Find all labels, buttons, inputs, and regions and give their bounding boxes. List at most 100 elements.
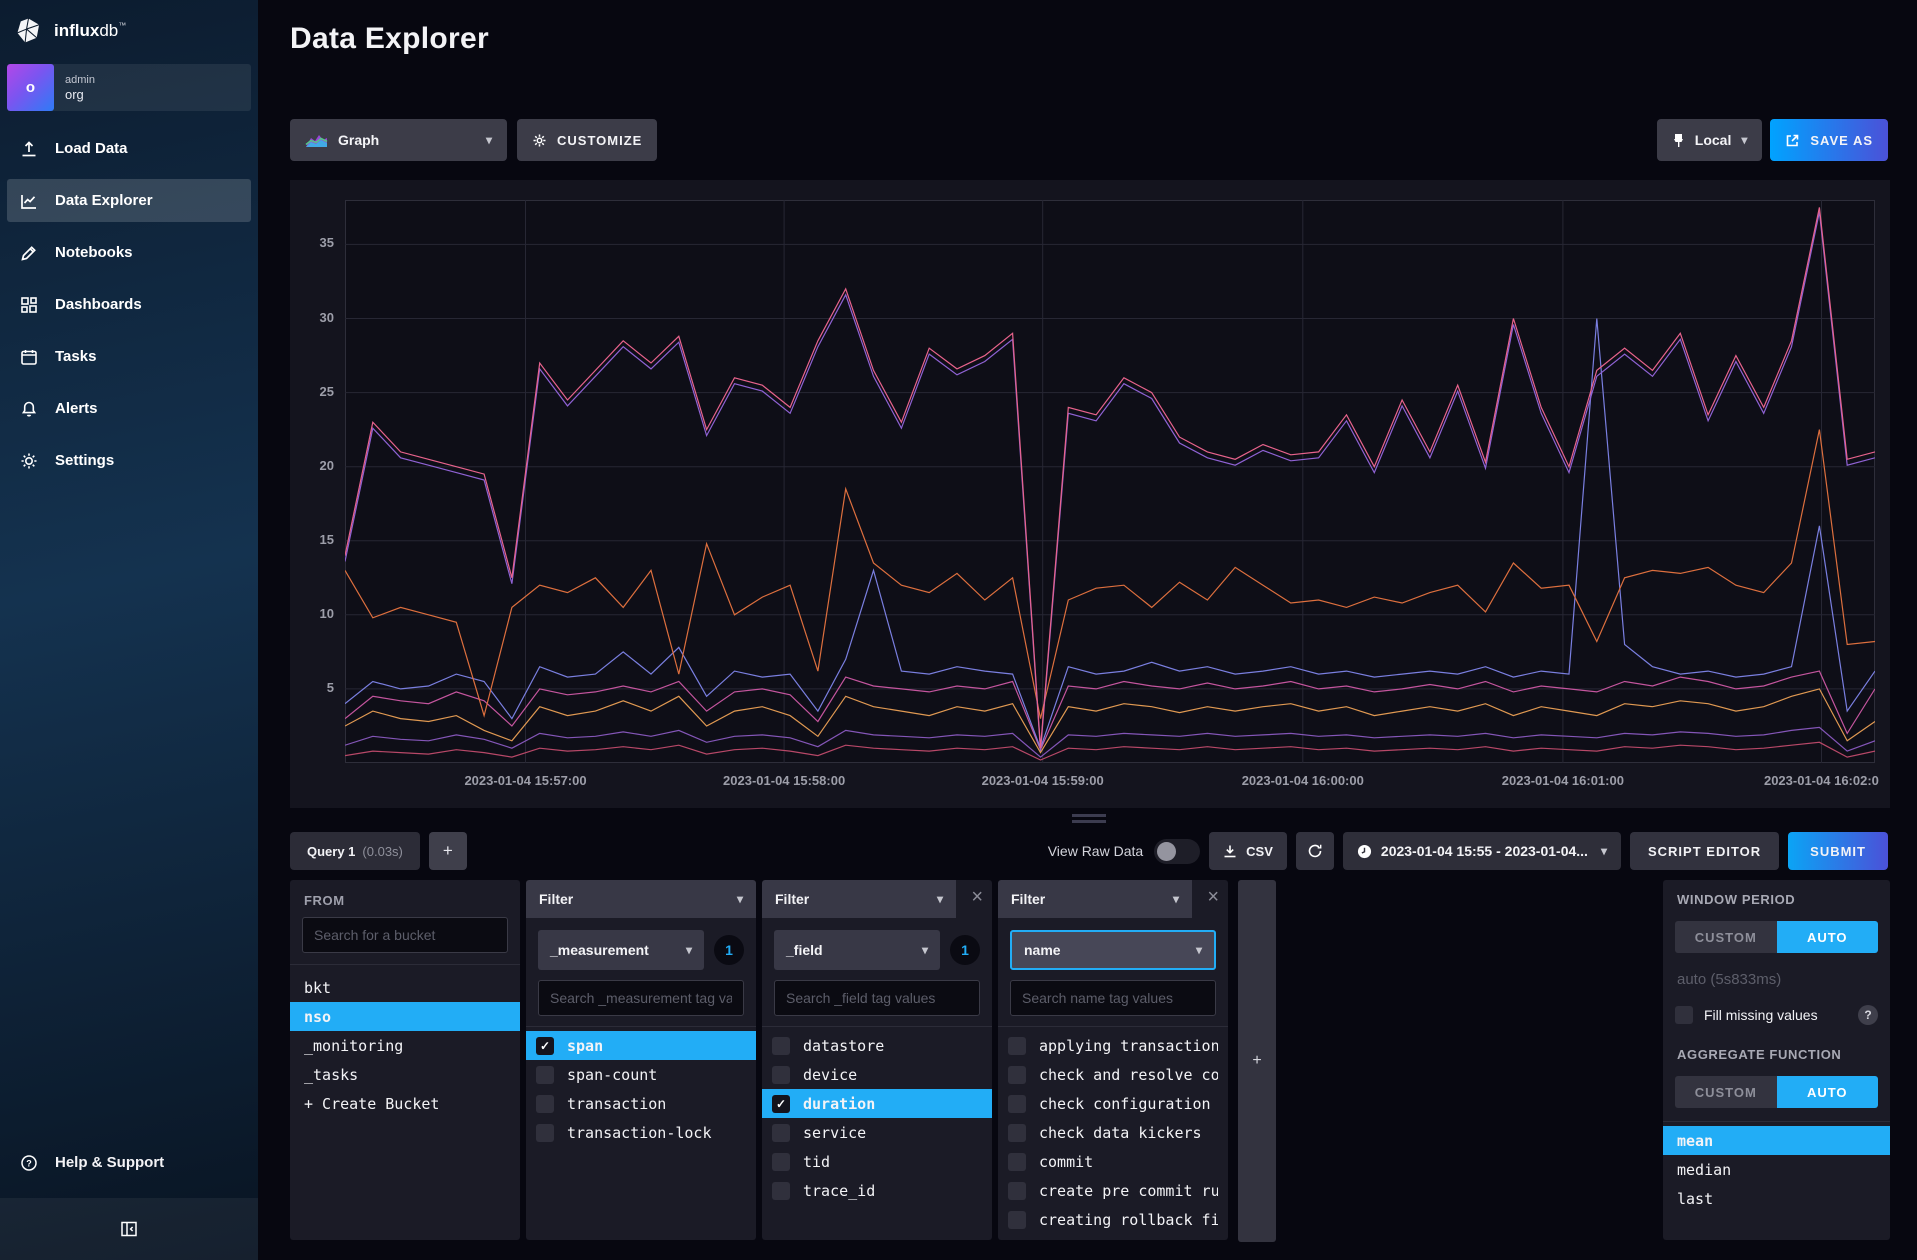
tag-key-dropdown[interactable]: _measurement▾ — [538, 930, 704, 970]
filter-type-dropdown[interactable]: Filter▾ — [762, 880, 956, 918]
tag-value-row[interactable]: tid — [762, 1147, 992, 1176]
sidebar-item-tasks[interactable]: Tasks — [7, 335, 251, 378]
aggregate-option[interactable]: last — [1663, 1184, 1890, 1213]
avatar: o — [7, 64, 54, 111]
chevron-down-icon: ▾ — [1741, 133, 1747, 147]
value-checkbox[interactable] — [1008, 1240, 1026, 1241]
aggregate-auto-button[interactable]: AUTO — [1777, 1076, 1879, 1108]
sidebar: influxdb™ o admin org Load Data Data Exp… — [0, 0, 258, 1260]
panel-resize-handle[interactable] — [1072, 814, 1106, 826]
user-org-switcher[interactable]: o admin org — [7, 64, 251, 111]
tag-value-row[interactable]: datastore — [762, 1031, 992, 1060]
influxdb-logo[interactable]: influxdb™ — [0, 0, 258, 58]
bucket-item[interactable]: _monitoring — [290, 1031, 520, 1060]
close-icon[interactable]: × — [971, 887, 983, 907]
time-series-chart[interactable] — [345, 200, 1875, 763]
bucket-item[interactable]: + Create Bucket — [290, 1089, 520, 1118]
script-editor-button[interactable]: SCRIPT EDITOR — [1630, 832, 1779, 870]
sidebar-item-load-data[interactable]: Load Data — [7, 127, 251, 170]
tag-value-row[interactable]: ✓duration — [762, 1089, 992, 1118]
value-checkbox[interactable] — [1008, 1182, 1026, 1200]
value-checkbox[interactable] — [772, 1037, 790, 1055]
value-checkbox[interactable]: ✓ — [772, 1095, 790, 1113]
tag-value-label: grabbing transaction — [1039, 1240, 1218, 1241]
tag-value-label: commit — [1039, 1153, 1093, 1171]
collapse-sidebar-icon[interactable] — [119, 1219, 139, 1239]
value-checkbox[interactable] — [1008, 1066, 1026, 1084]
value-checkbox[interactable]: ✓ — [536, 1037, 554, 1055]
query-tab[interactable]: Query 1 (0.03s) — [290, 832, 420, 870]
tag-key-dropdown[interactable]: _field▾ — [774, 930, 940, 970]
value-checkbox[interactable] — [772, 1182, 790, 1200]
customize-button[interactable]: CUSTOMIZE — [517, 119, 657, 161]
tag-key-dropdown[interactable]: name▾ — [1010, 930, 1216, 970]
tag-value-row[interactable]: creating rollback file — [998, 1205, 1228, 1234]
local-dropdown[interactable]: Local ▾ — [1657, 119, 1763, 161]
value-checkbox[interactable] — [772, 1124, 790, 1142]
value-checkbox[interactable] — [772, 1066, 790, 1084]
sidebar-item-alerts[interactable]: Alerts — [7, 387, 251, 430]
csv-download-button[interactable]: CSV — [1209, 832, 1287, 870]
value-checkbox[interactable] — [536, 1066, 554, 1084]
tag-value-search-input[interactable] — [538, 980, 744, 1016]
window-period-toggle: CUSTOM AUTO — [1675, 921, 1878, 953]
value-checkbox[interactable] — [1008, 1095, 1026, 1113]
sidebar-item-notebooks[interactable]: Notebooks — [7, 231, 251, 274]
tag-value-row[interactable]: check and resolve con… — [998, 1060, 1228, 1089]
value-checkbox[interactable] — [1008, 1037, 1026, 1055]
sidebar-item-settings[interactable]: Settings — [7, 439, 251, 482]
tag-value-row[interactable]: check configuration p… — [998, 1089, 1228, 1118]
bucket-search-input[interactable] — [302, 917, 508, 953]
tag-value-row[interactable]: transaction — [526, 1089, 756, 1118]
window-auto-button[interactable]: AUTO — [1777, 921, 1879, 953]
tag-value-row[interactable]: device — [762, 1060, 992, 1089]
chevron-down-icon: ▾ — [486, 133, 492, 147]
tag-value-search-input[interactable] — [1010, 980, 1216, 1016]
value-checkbox[interactable] — [772, 1153, 790, 1171]
submit-button[interactable]: SUBMIT — [1788, 832, 1888, 870]
fill-missing-values-checkbox[interactable] — [1675, 1006, 1693, 1024]
filter-type-dropdown[interactable]: Filter▾ — [526, 880, 756, 918]
bucket-item[interactable]: _tasks — [290, 1060, 520, 1089]
sidebar-item-dashboards[interactable]: Dashboards — [7, 283, 251, 326]
tag-value-search-input[interactable] — [774, 980, 980, 1016]
tag-value-label: datastore — [803, 1037, 884, 1055]
save-as-button[interactable]: SAVE AS — [1770, 119, 1888, 161]
value-checkbox[interactable] — [1008, 1211, 1026, 1229]
view-raw-data-toggle[interactable] — [1154, 839, 1200, 864]
filter-panel-name: Filter▾ × name▾ applying transactionchec… — [998, 880, 1228, 1240]
value-checkbox[interactable] — [536, 1095, 554, 1113]
visualization-type-dropdown[interactable]: Graph ▾ — [290, 119, 507, 161]
value-checkbox[interactable] — [536, 1124, 554, 1142]
time-range-dropdown[interactable]: 2023-01-04 15:55 - 2023-01-04... ▾ — [1343, 832, 1621, 870]
bucket-item[interactable]: nso — [290, 1002, 520, 1031]
tag-value-row[interactable]: commit — [998, 1147, 1228, 1176]
tag-value-row[interactable]: grabbing transaction — [998, 1234, 1228, 1240]
refresh-button[interactable] — [1296, 832, 1334, 870]
sidebar-collapse-strip — [0, 1198, 258, 1260]
tag-value-row[interactable]: service — [762, 1118, 992, 1147]
tag-value-row[interactable]: check data kickers — [998, 1118, 1228, 1147]
help-circle-icon[interactable]: ? — [1858, 1005, 1878, 1025]
tag-value-row[interactable]: transaction-lock — [526, 1118, 756, 1147]
tag-value-row[interactable]: ✓span — [526, 1031, 756, 1060]
tag-value-row[interactable]: span-count — [526, 1060, 756, 1089]
window-custom-button[interactable]: CUSTOM — [1675, 921, 1777, 953]
sidebar-item-help-support[interactable]: ? Help & Support — [7, 1141, 251, 1184]
tag-value-label: device — [803, 1066, 857, 1084]
aggregate-custom-button[interactable]: CUSTOM — [1675, 1076, 1777, 1108]
sidebar-item-data-explorer[interactable]: Data Explorer — [7, 179, 251, 222]
add-query-button[interactable]: + — [429, 832, 467, 870]
tag-value-row[interactable]: trace_id — [762, 1176, 992, 1205]
x-axis-label: 2023-01-04 15:58:00 — [723, 773, 845, 788]
filter-type-dropdown[interactable]: Filter▾ — [998, 880, 1192, 918]
aggregate-option[interactable]: mean — [1663, 1126, 1890, 1155]
tag-value-row[interactable]: applying transaction — [998, 1031, 1228, 1060]
close-icon[interactable]: × — [1207, 887, 1219, 907]
bucket-item[interactable]: bkt — [290, 973, 520, 1002]
value-checkbox[interactable] — [1008, 1153, 1026, 1171]
tag-value-row[interactable]: create pre commit run… — [998, 1176, 1228, 1205]
value-checkbox[interactable] — [1008, 1124, 1026, 1142]
add-filter-button[interactable]: + — [1238, 880, 1276, 1242]
aggregate-option[interactable]: median — [1663, 1155, 1890, 1184]
